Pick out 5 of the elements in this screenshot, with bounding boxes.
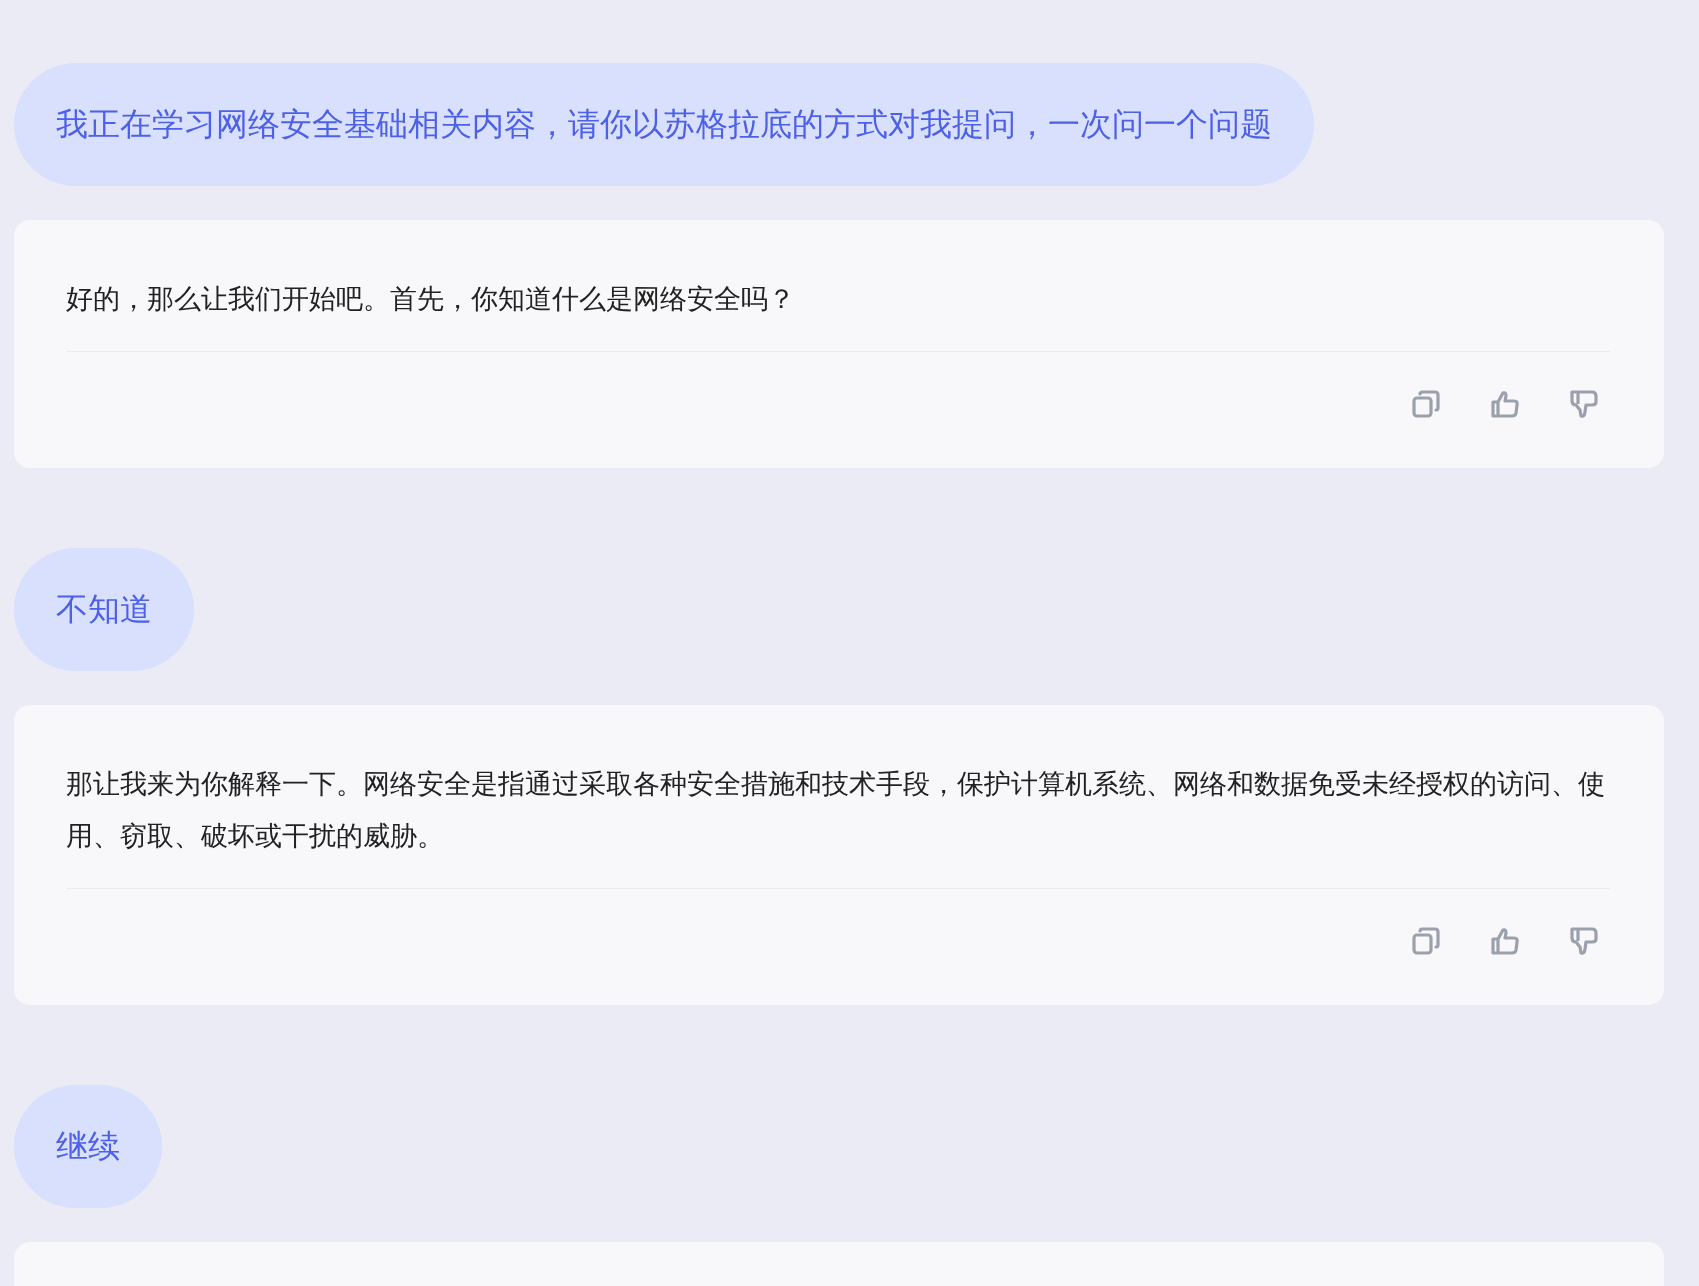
- reply-text: 那让我来为你解释一下。网络安全是指通过采取各种安全措施和技术手段，保护计算机系统、网络和数据免受未经授权的访问、使用、窃取、破坏或干扰的威胁。: [66, 767, 1606, 853]
- reply-text: 好的，那么让我们开始吧。首先，你知道什么是网络安全吗？: [66, 282, 796, 316]
- user-message: 继续: [14, 1085, 162, 1208]
- user-message: 不知道: [14, 548, 194, 671]
- user-message: 我正在学习网络安全基础相关内容，请你以苏格拉底的方式对我提问，一次问一个问题: [14, 63, 1314, 186]
